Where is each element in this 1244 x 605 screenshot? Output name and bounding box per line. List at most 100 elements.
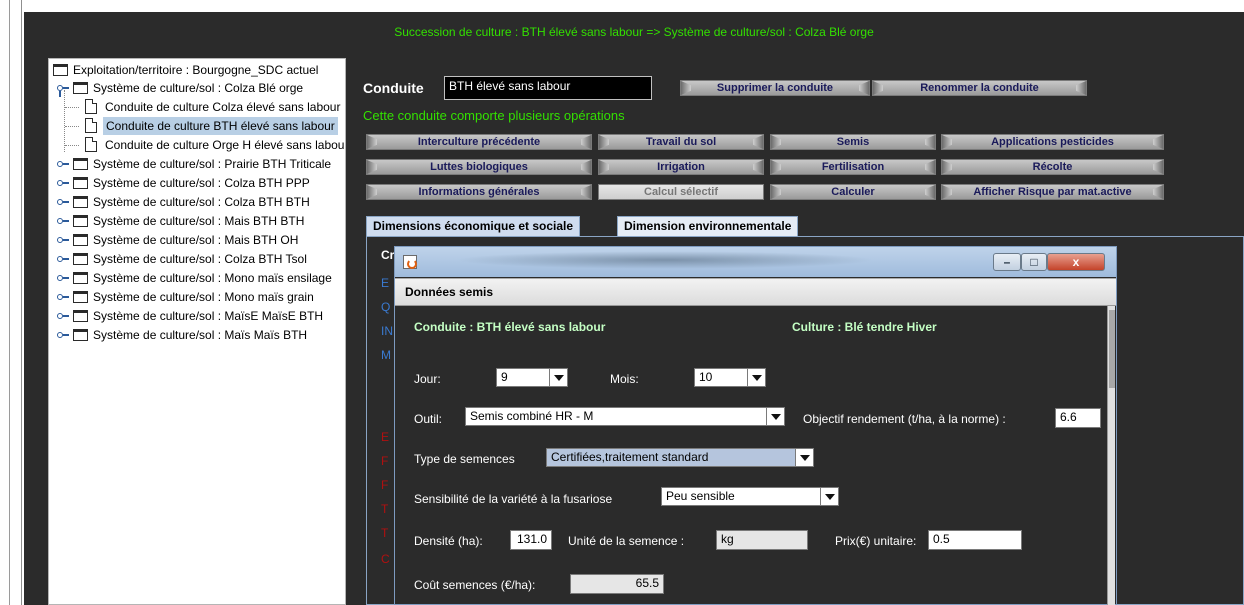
collapse-toggle-icon[interactable] <box>57 254 69 264</box>
dialog-culture-text: Culture : Blé tendre Hiver <box>792 320 937 334</box>
maximize-icon: □ <box>1030 255 1038 269</box>
tree-root-label: Exploitation/territoire : Bourgogne_SDC … <box>73 63 319 77</box>
collapse-toggle-icon[interactable] <box>57 159 69 169</box>
minimize-icon: – <box>1003 255 1011 269</box>
conduite-name-field[interactable]: BTH élevé sans labour <box>444 76 652 100</box>
collapse-toggle-icon[interactable] <box>57 197 69 207</box>
panel-fragment: F <box>381 478 389 492</box>
tree-system-label: Système de culture/sol : Colza BTH PPP <box>93 176 310 190</box>
calculer-button[interactable]: Calculer <box>770 184 936 200</box>
travail-sol-button[interactable]: Travail du sol <box>598 134 764 150</box>
objectif-label: Objectif rendement (t/ha, à la norme) : <box>803 412 1006 426</box>
irrigation-button[interactable]: Irrigation <box>598 159 764 175</box>
tree-panel[interactable]: Exploitation/territoire : Bourgogne_SDC … <box>48 58 346 605</box>
sensibilite-select[interactable]: Peu sensible <box>661 487 839 506</box>
chevron-down-icon[interactable] <box>820 488 838 505</box>
panel-fragment: T <box>381 526 389 540</box>
tree-system-label: Système de culture/sol : Colza Blé orge <box>93 81 304 95</box>
mois-select[interactable]: 10 <box>694 368 766 387</box>
delete-conduite-button[interactable]: Supprimer la conduite <box>680 80 870 96</box>
dialog-titlebar[interactable]: – □ x <box>395 247 1116 277</box>
semences-value: Certifiées,traitement standard <box>551 450 709 464</box>
fertilisation-button[interactable]: Fertilisation <box>770 159 936 175</box>
prix-label: Prix(€) unitaire: <box>835 534 917 548</box>
conduite-info-text: Cette conduite comporte plusieurs opérat… <box>363 108 625 123</box>
luttes-biologiques-button[interactable]: Luttes biologiques <box>366 159 592 175</box>
chevron-down-icon[interactable] <box>549 369 567 386</box>
tree-system-label: Système de culture/sol : Prairie BTH Tri… <box>93 157 332 171</box>
panel-fragment: E <box>381 276 390 290</box>
folder-icon <box>73 177 88 189</box>
jour-select[interactable]: 9 <box>496 368 568 387</box>
folder-icon <box>73 215 88 227</box>
outil-value: Semis combiné HR - M <box>470 409 594 423</box>
folder-icon <box>73 82 88 94</box>
collapse-toggle-icon[interactable] <box>57 292 69 302</box>
minimize-button[interactable]: – <box>993 253 1021 271</box>
chevron-down-icon[interactable] <box>795 449 813 466</box>
applications-pesticides-button[interactable]: Applications pesticides <box>941 134 1164 150</box>
conduite-label: Conduite <box>363 80 424 96</box>
panel-fragment: Q <box>381 300 391 314</box>
collapse-toggle-icon[interactable] <box>57 178 69 188</box>
folder-icon <box>53 64 68 76</box>
tree-system-label: Système de culture/sol : Colza BTH BTH <box>93 195 310 209</box>
tree-system-label: Système de culture/sol : Mono maïs grain <box>93 290 314 304</box>
document-icon <box>85 137 97 152</box>
jour-label: Jour: <box>414 372 441 386</box>
folder-icon <box>73 234 88 246</box>
dialog-scrollbar[interactable] <box>1107 306 1115 605</box>
rename-conduite-button[interactable]: Renommer la conduite <box>872 80 1087 96</box>
chevron-down-icon[interactable] <box>766 408 784 425</box>
collapse-toggle-icon[interactable] <box>57 216 69 226</box>
tab-environnementale[interactable]: Dimension environnementale <box>617 216 799 236</box>
folder-icon <box>73 196 88 208</box>
collapse-toggle-icon[interactable] <box>57 235 69 245</box>
tree-conduite-label: Conduite de culture Colza élevé sans lab… <box>105 100 341 114</box>
collapse-toggle-icon[interactable] <box>57 311 69 321</box>
tab-economique-sociale[interactable]: Dimensions économique et sociale <box>366 216 581 236</box>
cout-label: Coût semences (€/ha): <box>414 578 536 592</box>
folder-icon <box>73 291 88 303</box>
afficher-risque-button[interactable]: Afficher Risque par mat.active <box>941 184 1164 200</box>
scrollbar-thumb[interactable] <box>1109 310 1115 388</box>
objectif-field[interactable]: 6.6 <box>1055 408 1101 428</box>
tree-system-label: Système de culture/sol : Maïs Maïs BTH <box>93 328 308 342</box>
folder-icon <box>73 272 88 284</box>
folder-icon <box>73 158 88 170</box>
folder-icon <box>73 253 88 265</box>
cout-field: 65.5 <box>570 574 664 594</box>
informations-generales-button[interactable]: Informations générales <box>366 184 592 200</box>
semis-button[interactable]: Semis <box>770 134 936 150</box>
dialog-conduite-text: Conduite : BTH élevé sans labour <box>414 320 606 334</box>
panel-fragment: C <box>381 552 390 566</box>
maximize-button[interactable]: □ <box>1021 253 1047 271</box>
recolte-button[interactable]: Récolte <box>941 159 1164 175</box>
interculture-button[interactable]: Interculture précédente <box>366 134 592 150</box>
mois-value: 10 <box>699 370 713 384</box>
panel-fragment: IN <box>381 324 393 338</box>
semences-select[interactable]: Certifiées,traitement standard <box>546 448 814 467</box>
close-button[interactable]: x <box>1047 253 1105 271</box>
tree-system-label: Système de culture/sol : Mais BTH BTH <box>93 214 305 228</box>
dialog-title: Données semis <box>405 285 494 299</box>
dialog-header: Données semis <box>395 278 1116 306</box>
prix-field[interactable]: 0.5 <box>928 530 1022 550</box>
mois-label: Mois: <box>610 372 639 386</box>
sensibilite-value: Peu sensible <box>666 489 735 503</box>
tree-system-label: Système de culture/sol : Mais BTH OH <box>93 233 299 247</box>
densite-field[interactable]: 131.0 <box>510 530 552 550</box>
chevron-down-icon[interactable] <box>747 369 765 386</box>
unite-field[interactable]: kg <box>716 530 808 550</box>
left-edge-panel <box>0 0 22 605</box>
collapse-toggle-icon[interactable] <box>57 273 69 283</box>
outil-select[interactable]: Semis combiné HR - M <box>465 407 785 426</box>
collapse-toggle-icon[interactable] <box>57 330 69 340</box>
expand-toggle-icon[interactable] <box>57 83 69 97</box>
tree-system-expanded[interactable]: Système de culture/sol : Colza Blé orge <box>57 79 345 97</box>
densite-label: Densité (ha): <box>414 534 483 548</box>
panel-fragment: T <box>381 502 389 516</box>
calcul-selectif-button[interactable]: Calcul sélectif <box>598 184 764 200</box>
java-app-icon <box>403 255 417 269</box>
panel-fragment: Cr <box>381 248 395 262</box>
